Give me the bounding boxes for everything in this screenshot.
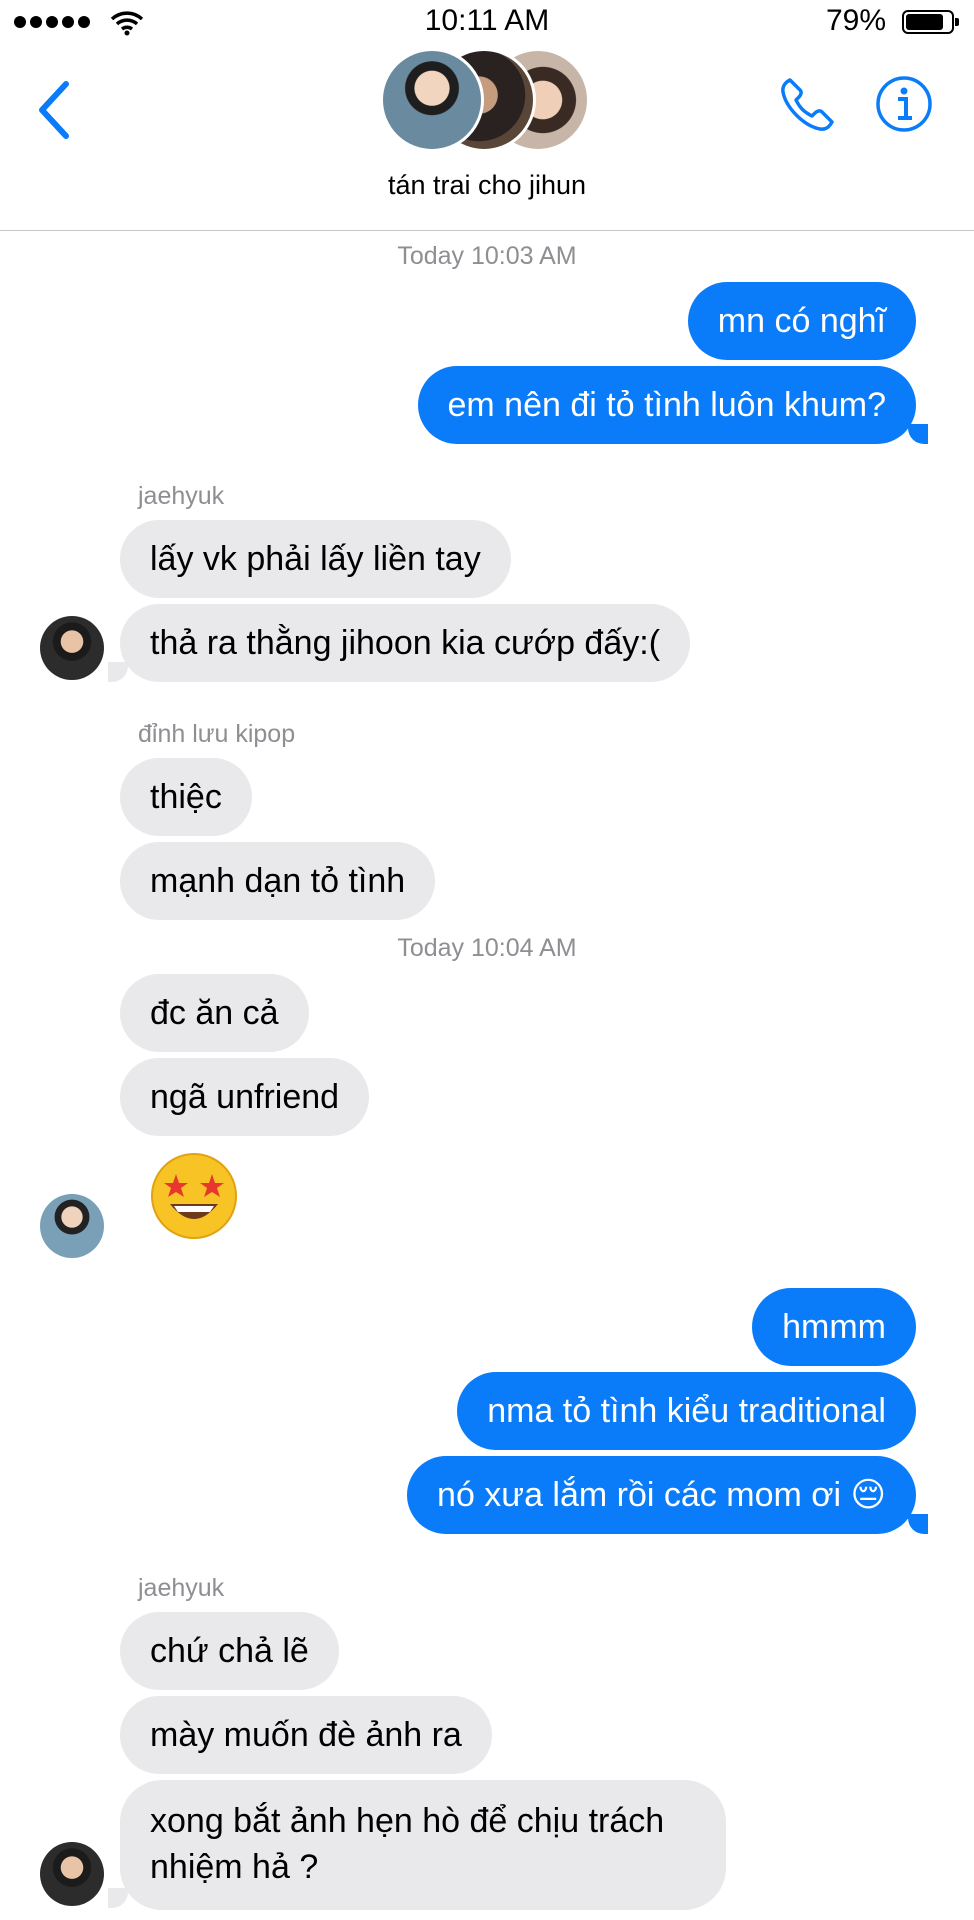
info-icon[interactable] (874, 74, 934, 134)
outgoing-message[interactable]: em nên đi tỏ tình luôn khum? (417, 366, 916, 444)
battery-percentage: 79% (825, 4, 886, 37)
sender-name: đỉnh lưu kipop (138, 720, 296, 748)
incoming-message[interactable]: mày muốn đè ảnh ra (120, 1696, 492, 1774)
group-avatar (380, 48, 484, 152)
bubble-tail (108, 1888, 128, 1908)
avatar[interactable] (40, 1194, 104, 1258)
timestamp: Today 10:03 AM (397, 242, 577, 270)
outgoing-message[interactable]: hmmm (752, 1288, 916, 1366)
conversation-title[interactable]: tán trai cho jihun (0, 170, 974, 201)
battery-icon (902, 10, 959, 34)
incoming-message[interactable]: lấy vk phải lấy liền tay (120, 520, 511, 598)
group-avatars[interactable] (380, 48, 600, 158)
timestamp: Today 10:04 AM (397, 934, 577, 962)
incoming-message[interactable]: ngã unfriend (120, 1058, 370, 1136)
phone-icon[interactable] (776, 74, 838, 136)
outgoing-message[interactable]: nó xưa lắm rồi các mom ơi 😔 (407, 1456, 916, 1534)
incoming-message[interactable]: chứ chả lẽ (120, 1612, 339, 1690)
sender-name: jaehyuk (138, 1574, 225, 1602)
incoming-message[interactable]: xong bắt ảnh hẹn hò để chịu trách nhiệm … (120, 1780, 726, 1910)
status-bar: 10:11 AM 79% (0, 0, 974, 44)
incoming-message[interactable]: đc ăn cả (120, 974, 309, 1052)
star-struck-emoji-icon[interactable] (148, 1150, 240, 1242)
avatar[interactable] (40, 1842, 104, 1906)
bubble-tail (108, 662, 128, 682)
back-chevron-icon[interactable] (30, 70, 80, 150)
bubble-tail (908, 424, 928, 444)
incoming-message[interactable]: thiệc (120, 758, 252, 836)
outgoing-message[interactable]: nma tỏ tình kiểu traditional (457, 1372, 916, 1450)
incoming-message[interactable]: thả ra thằng jihoon kia cướp đấy:( (120, 604, 691, 682)
bubble-tail (908, 1514, 928, 1534)
avatar[interactable] (40, 616, 104, 680)
sender-name: jaehyuk (138, 482, 225, 510)
outgoing-message[interactable]: mn có nghĩ (687, 282, 916, 360)
incoming-message[interactable]: mạnh dạn tỏ tình (120, 842, 436, 920)
conversation-header: tán trai cho jihun (0, 44, 974, 231)
